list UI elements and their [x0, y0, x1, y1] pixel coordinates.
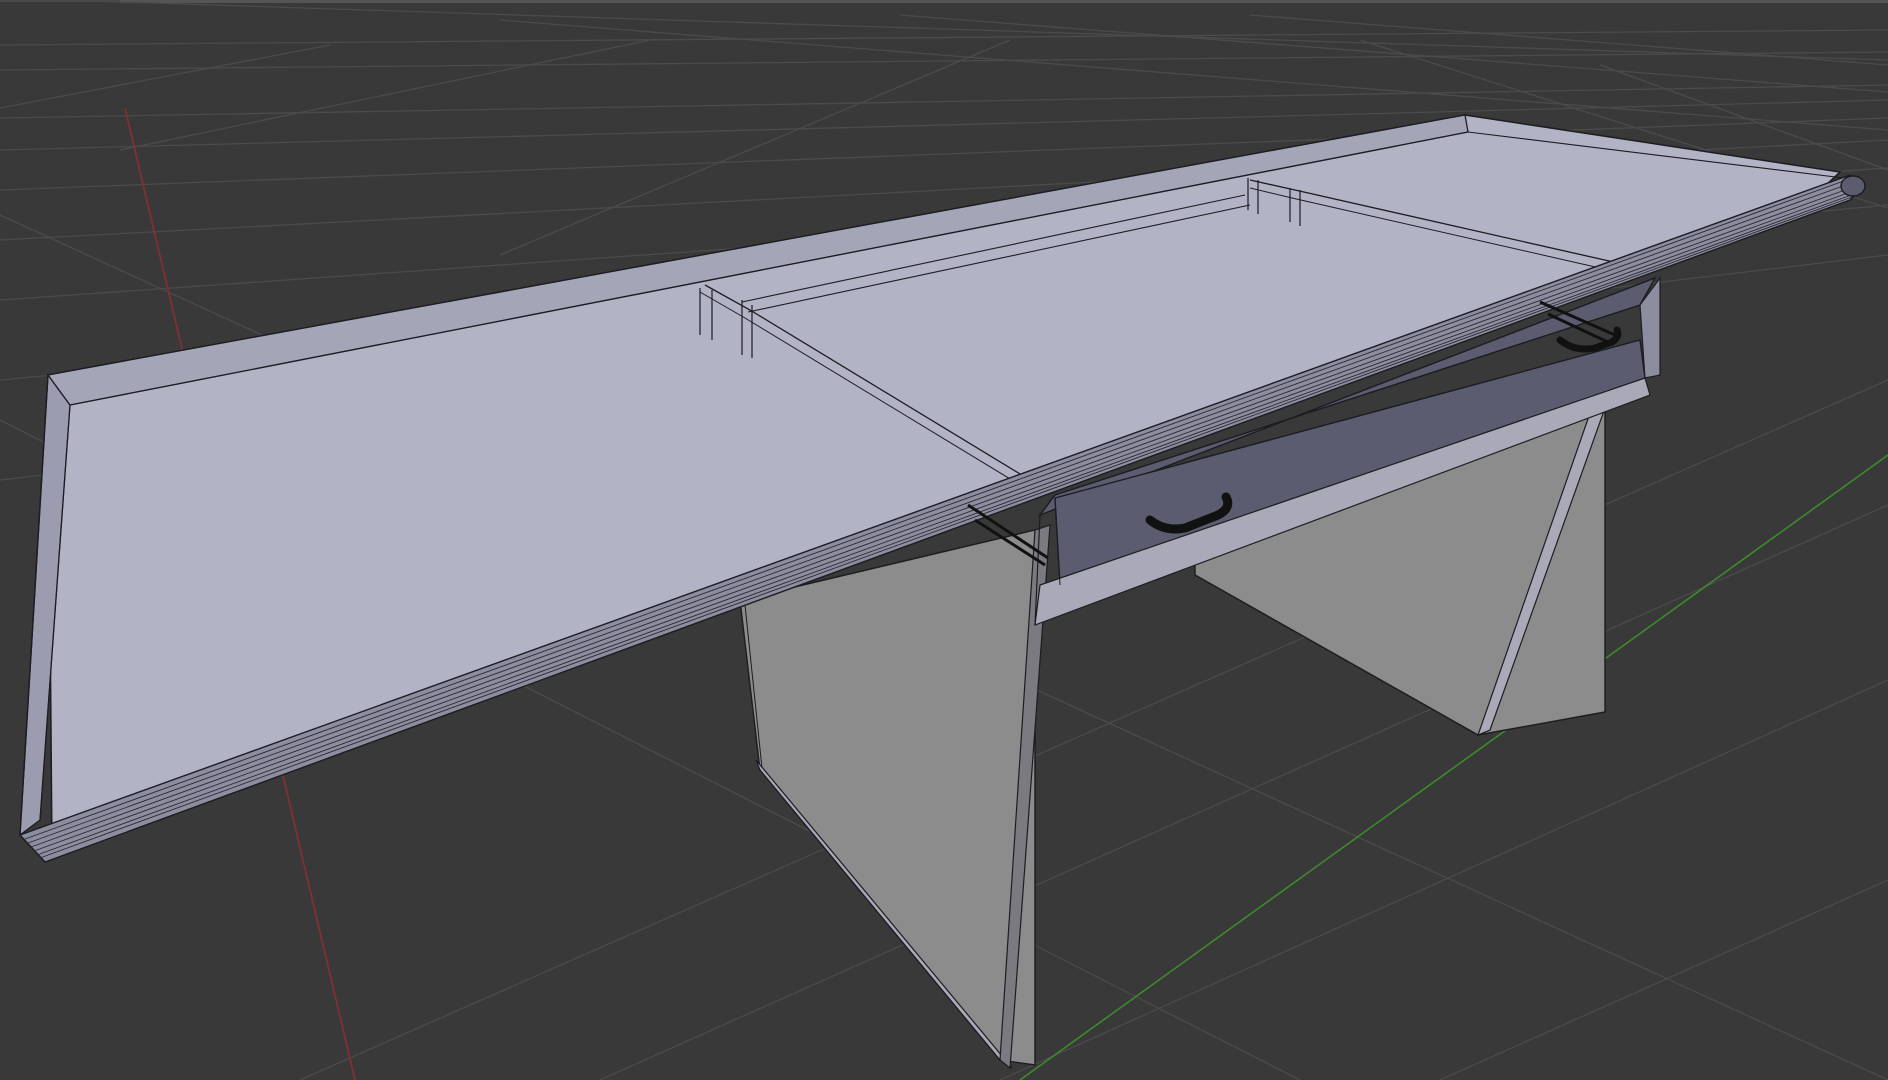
viewport-canvas[interactable] [0, 0, 1888, 1080]
left-leg-panel[interactable] [739, 524, 1051, 1070]
3d-viewport[interactable] [0, 0, 1888, 1080]
viewport-header-strip [0, 0, 1888, 3]
